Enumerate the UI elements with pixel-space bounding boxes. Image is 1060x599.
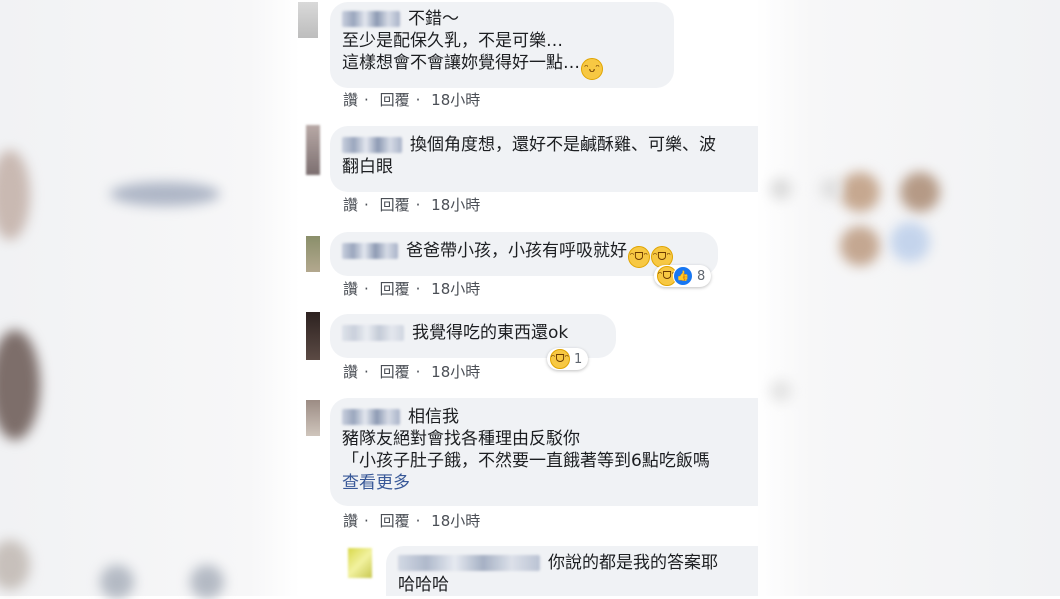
timestamp-link[interactable]: 18小時	[431, 196, 480, 214]
like-link[interactable]: 讚	[343, 91, 358, 109]
author-name[interactable]	[398, 555, 540, 571]
author-name[interactable]	[342, 11, 400, 27]
reaction-summary[interactable]: ᵔᗜᵔ 👍 8	[654, 265, 712, 287]
comment-actions: 讚 · 回覆 · 18小時	[343, 194, 486, 215]
avatar[interactable]	[306, 236, 320, 272]
blurred-dot-right	[770, 178, 792, 200]
separator-dot: ·	[415, 363, 421, 381]
reply-link[interactable]: 回覆	[380, 91, 410, 109]
like-link[interactable]: 讚	[343, 280, 358, 298]
reply-link[interactable]: 回覆	[380, 196, 410, 214]
author-name[interactable]	[342, 409, 400, 425]
separator-dot: ·	[364, 280, 369, 298]
separator-dot: ·	[415, 512, 421, 530]
blurred-avatar-right	[890, 222, 930, 262]
comment-text-line: 換個角度想，還好不是鹹酥雞、可樂、波	[410, 135, 716, 155]
avatar[interactable]	[298, 2, 318, 38]
grinning-sweat-emoji: ᵔᴗᵔ	[581, 58, 603, 80]
separator-dot: ·	[364, 512, 369, 530]
separator-dot: ·	[415, 196, 421, 214]
separator-dot: ·	[415, 280, 421, 298]
comment-text-line: 豬隊友絕對會找各種理由反駁你	[342, 429, 580, 449]
timestamp-link[interactable]: 18小時	[431, 280, 480, 298]
blurred-avatar-right	[900, 172, 940, 212]
like-reaction-icon: 👍	[673, 266, 693, 286]
tears-of-joy-emoji: ᵔᗜᵔ	[628, 246, 650, 268]
blurred-dot-right	[820, 178, 842, 200]
comment-bubble: 換個角度想，還好不是鹹酥雞、可樂、波 翻白眼	[330, 126, 758, 192]
reply-avatar[interactable]	[348, 548, 372, 578]
blurred-avatar-left	[190, 565, 224, 599]
comment-bubble: 不錯～ 至少是配保久乳，不是可樂… 這樣想會不會讓妳覺得好一點… ᵔᴗᵔ	[330, 2, 674, 88]
comment-text-line: 翻白眼	[342, 157, 393, 177]
comment-text-line: 爸爸帶小孩，小孩有呼吸就好	[406, 241, 627, 261]
comment-text-line: 這樣想會不會讓妳覺得好一點…	[342, 53, 580, 73]
avatar[interactable]	[306, 125, 320, 175]
avatar[interactable]	[306, 400, 320, 436]
separator-dot: ·	[415, 91, 421, 109]
blurred-avatar-left	[100, 565, 134, 599]
haha-reaction-icon: ᵔᗜᵔ	[550, 349, 570, 369]
comment-text-line: 不錯～	[408, 9, 459, 29]
comment-column: 不錯～ 至少是配保久乳，不是可樂… 這樣想會不會讓妳覺得好一點… ᵔᴗᵔ 讚 · 回…	[298, 0, 758, 596]
comment-bubble: 相信我 豬隊友絕對會找各種理由反駁你 「小孩子肚子餓，不然要一直餓著等到6點吃飯…	[330, 398, 758, 506]
reply-bubble: 你說的都是我的答案耶 哈哈哈	[386, 546, 758, 596]
reply-link[interactable]: 回覆	[380, 363, 410, 381]
reaction-summary[interactable]: ᵔᗜᵔ 1	[547, 348, 589, 370]
separator-dot: ·	[364, 91, 369, 109]
see-more-link[interactable]: 查看更多	[342, 472, 758, 494]
blurred-dot-right	[770, 380, 792, 402]
blurred-text-left	[110, 182, 220, 206]
separator-dot: ·	[364, 196, 369, 214]
separator-dot: ·	[364, 363, 369, 381]
avatar[interactable]	[306, 312, 320, 360]
like-link[interactable]: 讚	[343, 512, 358, 530]
timestamp-link[interactable]: 18小時	[431, 91, 480, 109]
comment-text-line: 我覺得吃的東西還ok	[412, 323, 569, 343]
reaction-count: 1	[574, 351, 583, 367]
comment-actions: 讚 · 回覆 · 18小時	[343, 361, 486, 382]
author-name[interactable]	[342, 137, 402, 153]
comment-text-line: 至少是配保久乳，不是可樂…	[342, 31, 563, 51]
comment-text-line: 「小孩子肚子餓，不然要一直餓著等到6點吃飯嗎	[342, 451, 710, 471]
timestamp-link[interactable]: 18小時	[431, 363, 480, 381]
like-link[interactable]: 讚	[343, 196, 358, 214]
comment-actions: 讚 · 回覆 · 18小時	[343, 89, 486, 110]
blurred-avatar-right	[840, 172, 880, 212]
author-name[interactable]	[342, 325, 404, 341]
comment-actions: 讚 · 回覆 · 18小時	[343, 510, 486, 531]
like-link[interactable]: 讚	[343, 363, 358, 381]
comment-actions: 讚 · 回覆 · 18小時	[343, 278, 486, 299]
timestamp-link[interactable]: 18小時	[431, 512, 480, 530]
blurred-avatar-right	[840, 226, 880, 266]
reply-text-line: 你說的都是我的答案耶	[548, 553, 718, 573]
comment-text-line: 相信我	[408, 407, 459, 427]
reply-link[interactable]: 回覆	[380, 512, 410, 530]
reply-text-line: 哈哈哈	[398, 575, 449, 595]
reaction-count: 8	[697, 268, 706, 284]
author-name[interactable]	[342, 243, 398, 259]
reply-link[interactable]: 回覆	[380, 280, 410, 298]
